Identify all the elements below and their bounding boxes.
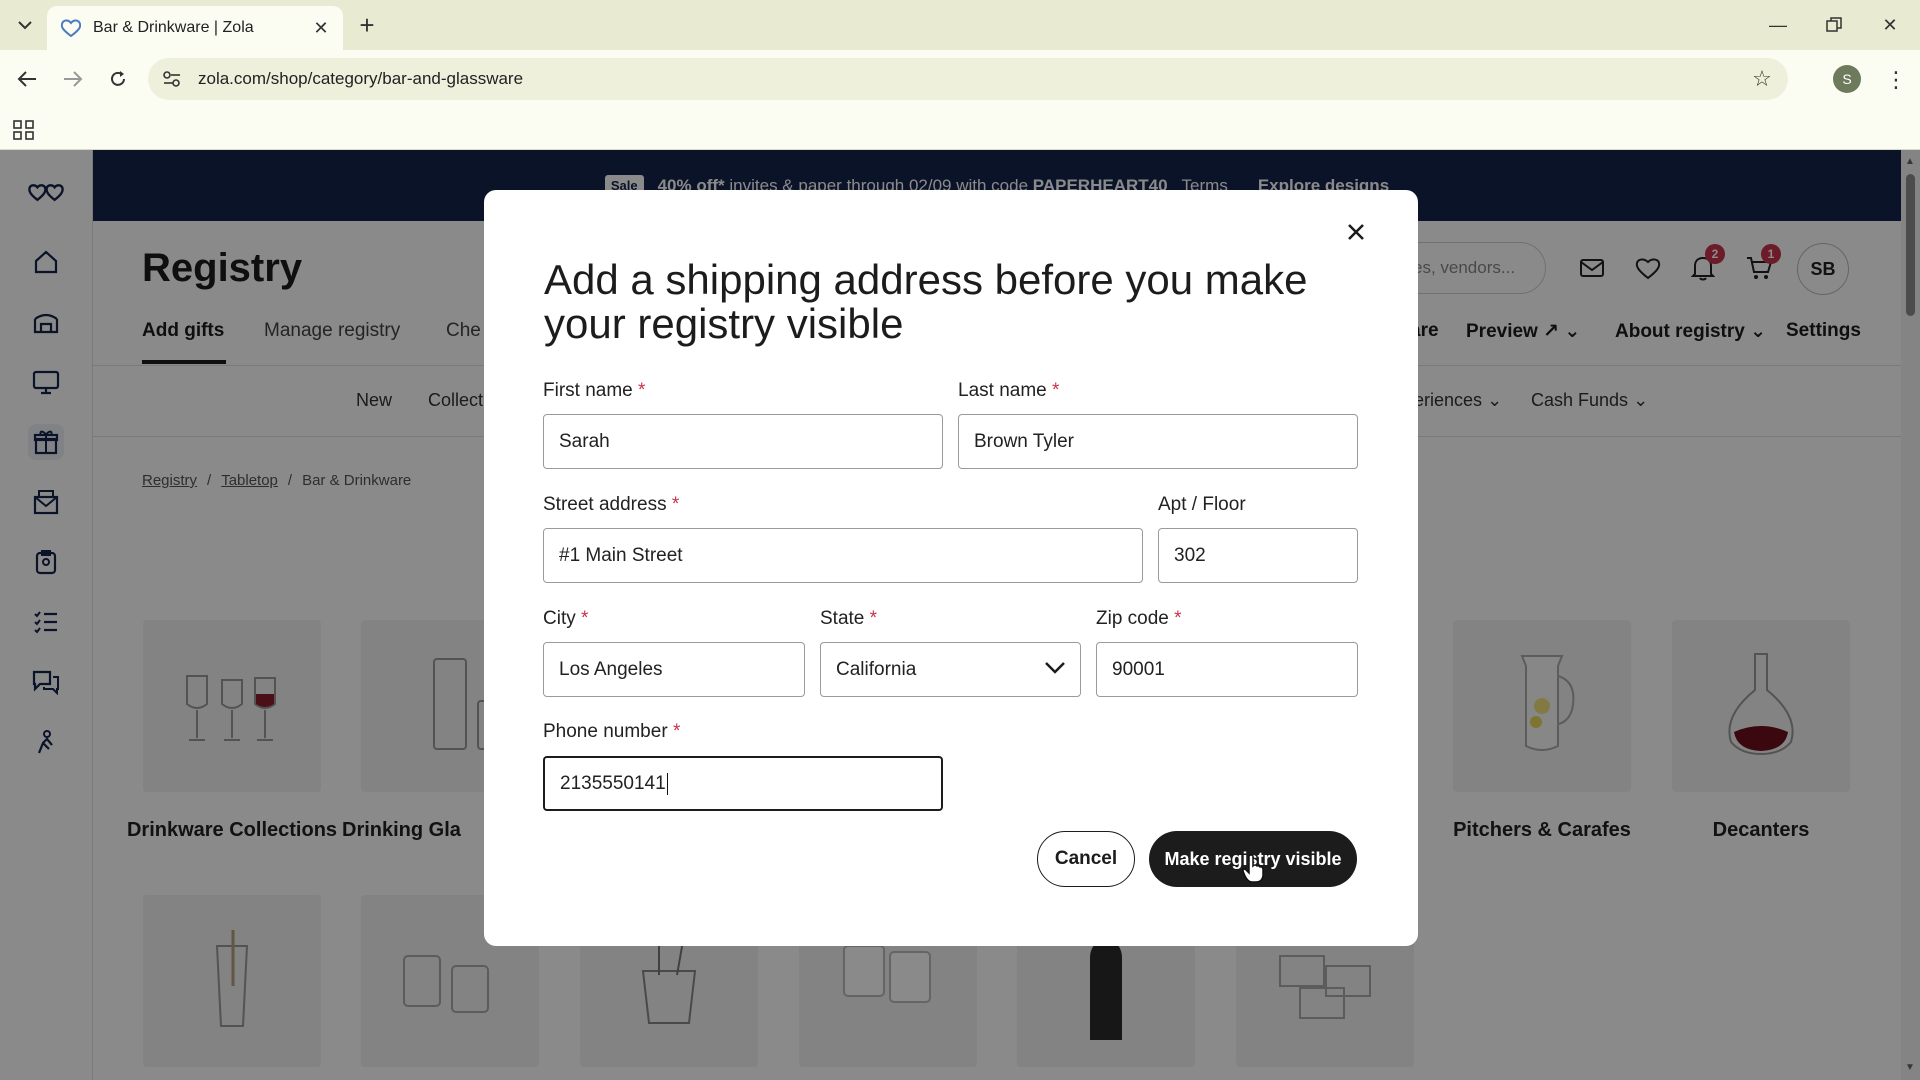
browser-menu-icon[interactable]: ⋮	[1878, 62, 1914, 98]
new-tab-button[interactable]: +	[350, 8, 384, 42]
state-label: State *	[820, 608, 878, 629]
restore-button[interactable]	[1806, 0, 1862, 50]
minimize-button[interactable]: —	[1750, 0, 1806, 50]
state-select[interactable]: California	[820, 642, 1081, 697]
dialog-title: Add a shipping address before you make y…	[544, 256, 1308, 347]
chevron-down-icon	[18, 21, 32, 30]
apps-grid-icon[interactable]	[12, 118, 36, 142]
city-field[interactable]: Los Angeles	[543, 642, 805, 697]
url-text[interactable]: zola.com/shop/category/bar-and-glassware	[198, 69, 1742, 89]
zip-code-label: Zip code *	[1096, 608, 1182, 629]
reload-icon	[111, 71, 125, 86]
first-name-field[interactable]: Sarah	[543, 414, 943, 469]
apt-floor-label: Apt / Floor	[1158, 494, 1246, 515]
zola-heart-favicon-icon	[61, 18, 81, 38]
chevron-down-icon	[1045, 662, 1065, 674]
phone-number-value: 2135550141	[560, 772, 666, 794]
arrow-left-icon	[17, 71, 36, 87]
cancel-button[interactable]: Cancel	[1037, 831, 1135, 887]
close-dialog-icon[interactable]	[1336, 212, 1376, 252]
bookmark-star-icon[interactable]: ☆	[1742, 59, 1782, 99]
shipping-address-dialog: Add a shipping address before you make y…	[484, 190, 1418, 946]
hand-pointer-cursor-icon	[1242, 854, 1264, 883]
city-label: City *	[543, 608, 589, 629]
back-button[interactable]	[9, 61, 45, 97]
bookmarks-bar	[0, 108, 1920, 150]
browser-toolbar: zola.com/shop/category/bar-and-glassware…	[0, 50, 1920, 108]
arrow-right-icon	[64, 71, 83, 87]
phone-number-field[interactable]: 2135550141	[543, 756, 943, 811]
restore-icon	[1826, 17, 1842, 32]
reload-button[interactable]	[100, 61, 136, 97]
state-selected-value: California	[836, 658, 917, 680]
close-window-button[interactable]: ✕	[1862, 0, 1918, 50]
phone-number-label: Phone number *	[543, 721, 681, 742]
browser-tabstrip: Bar & Drinkware | Zola ✕ + — ✕	[0, 0, 1920, 50]
first-name-label: First name *	[543, 380, 646, 401]
text-caret	[666, 772, 668, 795]
browser-profile-avatar[interactable]: S	[1833, 65, 1861, 93]
last-name-label: Last name *	[958, 380, 1060, 401]
tab-search-button[interactable]	[8, 8, 42, 42]
street-address-field[interactable]: #1 Main Street	[543, 528, 1143, 583]
forward-button[interactable]	[55, 61, 91, 97]
tab-title: Bar & Drinkware | Zola	[93, 19, 254, 36]
close-tab-icon[interactable]: ✕	[307, 14, 335, 42]
address-bar[interactable]: zola.com/shop/category/bar-and-glassware…	[148, 58, 1788, 100]
street-address-label: Street address *	[543, 494, 680, 515]
zip-code-field[interactable]: 90001	[1096, 642, 1358, 697]
last-name-field[interactable]: Brown Tyler	[958, 414, 1358, 469]
browser-tab-active[interactable]: Bar & Drinkware | Zola ✕	[47, 6, 343, 50]
site-info-icon[interactable]	[152, 59, 192, 99]
apt-floor-field[interactable]: 302	[1158, 528, 1358, 583]
